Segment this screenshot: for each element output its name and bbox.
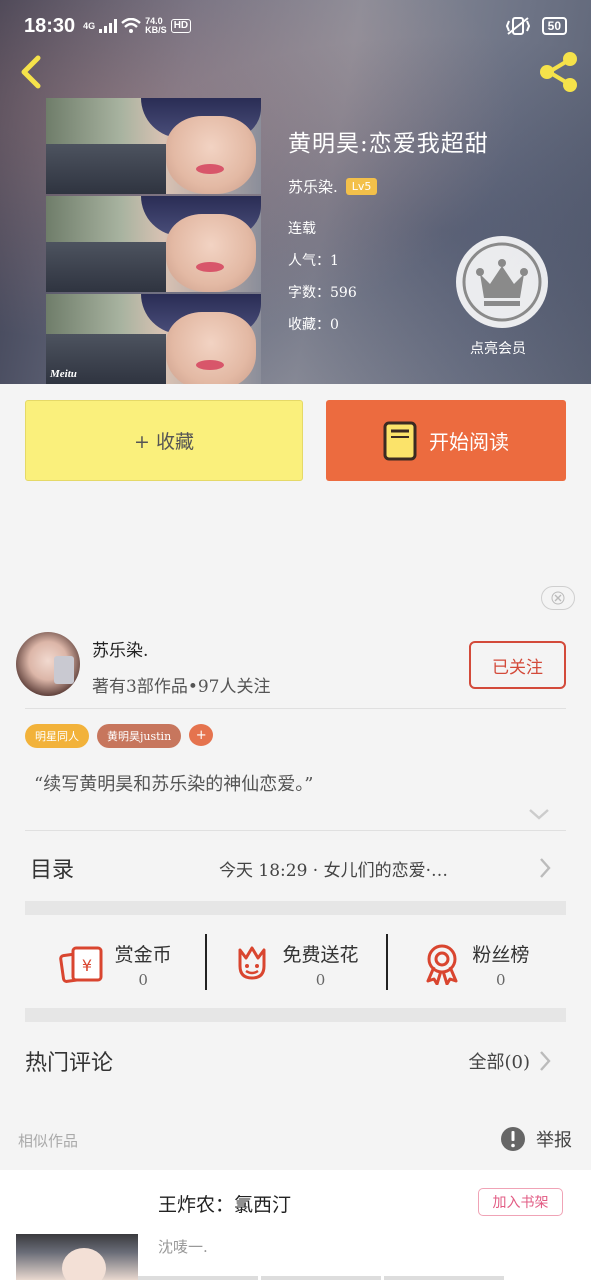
report-label: 举报 xyxy=(536,1130,572,1151)
rec-book-title[interactable]: 王炸农：氯西汀 xyxy=(158,1190,291,1217)
reward-count: 0 xyxy=(315,970,326,989)
vip-label[interactable]: 点亮会员 xyxy=(470,338,526,358)
avatar[interactable] xyxy=(16,632,80,696)
book-intro: “续写黄明昊和苏乐染的神仙恋爱。” xyxy=(34,774,314,795)
expand-intro-button[interactable] xyxy=(528,806,550,825)
reward-title: 粉丝榜 xyxy=(472,943,530,966)
author-card: 苏乐染. 著有3部作品•97人关注 已关注 明星同人 黄明昊justin + “… xyxy=(0,620,591,1110)
book-cover[interactable]: Meitu xyxy=(46,98,261,384)
crown-icon xyxy=(462,242,542,322)
flower-icon xyxy=(238,946,266,980)
status-right: 50 xyxy=(505,16,567,36)
network-type: 4G xyxy=(83,20,96,31)
book-title: 黄明昊:恋爱我超甜 xyxy=(288,131,489,157)
status-network: 4G 74.0 KB/S HD xyxy=(83,17,192,35)
signal-icon xyxy=(99,19,118,33)
net-speed: 74.0 KB/S xyxy=(145,17,167,35)
start-reading-button[interactable]: 开始阅读 xyxy=(326,400,566,481)
reward-text: 粉丝榜 0 xyxy=(472,940,529,989)
follow-button[interactable]: 已关注 xyxy=(469,641,566,689)
hot-comments-row[interactable]: 热门评论 全部(0) xyxy=(25,1026,566,1096)
all-comments-link[interactable]: 全部(0) xyxy=(469,1048,531,1074)
action-row: + 收藏 开始阅读 xyxy=(0,384,591,496)
hot-comments-label: 热门评论 xyxy=(25,1051,114,1076)
book-word-count: 字数：596 xyxy=(288,285,357,301)
book-header: 18:30 4G 74.0 KB/S HD 50 Meitu 黄明昊:恋爱我超甜… xyxy=(0,0,591,384)
author-name[interactable]: 苏乐染. xyxy=(92,636,148,661)
share-icon xyxy=(540,52,577,92)
divider xyxy=(25,830,566,831)
tag-item[interactable]: 明星同人 xyxy=(25,724,89,748)
chevron-right-icon xyxy=(540,1051,551,1071)
add-to-shelf-button[interactable]: 加入书架 xyxy=(478,1188,563,1216)
share-button[interactable] xyxy=(537,50,581,94)
wifi-icon xyxy=(121,18,141,33)
rec-book-cover[interactable] xyxy=(16,1234,138,1280)
author-level-badge: Lv5 xyxy=(345,178,378,195)
close-button[interactable] xyxy=(541,586,575,610)
reward-row: ¥ 赏金币 0 免费送花 0 粉丝榜 0 xyxy=(25,920,566,1008)
add-tag-button[interactable]: + xyxy=(189,724,214,746)
chevron-left-icon xyxy=(21,55,41,89)
hd-badge: HD xyxy=(170,19,192,33)
report-button[interactable]: 举报 xyxy=(500,1126,572,1152)
reward-count: 0 xyxy=(138,970,148,989)
send-flower-button[interactable]: 免费送花 0 xyxy=(205,920,385,1008)
reward-text: 赏金币 0 xyxy=(115,940,172,989)
tag-list: 明星同人 黄明昊justin + xyxy=(25,724,214,748)
book-author-name[interactable]: 苏乐染. xyxy=(288,176,338,197)
reward-title: 免费送花 xyxy=(282,943,359,966)
scroll-indicator xyxy=(138,1276,504,1280)
fan-ranking-button[interactable]: 粉丝榜 0 xyxy=(385,920,566,1008)
back-button[interactable] xyxy=(14,52,50,92)
cover-panel xyxy=(46,196,261,292)
table-of-contents-row[interactable]: 目录 今天 18:29 · 女儿们的恋爱·… xyxy=(25,832,566,904)
section-separator xyxy=(25,1008,566,1022)
chevron-down-icon xyxy=(529,809,549,820)
toc-label: 目录 xyxy=(30,858,75,883)
book-popularity: 人气：1 xyxy=(288,253,339,269)
book-status: 连载 xyxy=(288,221,316,237)
rec-author: 沈唛一. xyxy=(158,1238,208,1256)
recommendation-card[interactable]: 王炸农：氯西汀 加入书架 沈唛一. xyxy=(0,1170,591,1280)
vibrate-icon xyxy=(505,17,530,35)
reward-gold-button[interactable]: ¥ 赏金币 0 xyxy=(25,920,205,1008)
battery-indicator: 50 xyxy=(541,17,567,35)
book-icon xyxy=(383,421,417,460)
reward-text: 免费送花 0 xyxy=(282,940,358,989)
net-speed-unit: KB/S xyxy=(145,25,167,35)
cover-watermark: Meitu xyxy=(50,368,77,380)
start-reading-label: 开始阅读 xyxy=(429,430,509,454)
collect-button[interactable]: + 收藏 xyxy=(25,400,303,481)
reward-count: 0 xyxy=(496,970,506,989)
chevron-right-icon xyxy=(540,858,551,878)
similar-works-label: 相似作品 xyxy=(18,1132,79,1150)
status-bar: 18:30 4G 74.0 KB/S HD 50 xyxy=(0,0,591,52)
svg-text:¥: ¥ xyxy=(82,956,92,975)
tag-item[interactable]: 黄明昊justin xyxy=(97,724,182,748)
vip-button[interactable] xyxy=(456,236,548,328)
latest-chapter: 今天 18:29 · 女儿们的恋爱·… xyxy=(219,860,449,881)
reward-title: 赏金币 xyxy=(114,943,172,966)
close-icon xyxy=(551,591,565,605)
gold-coin-icon: ¥ xyxy=(58,946,103,983)
author-stats: 著有3部作品•97人关注 xyxy=(92,677,271,697)
book-favorites: 收藏：0 xyxy=(288,317,339,333)
status-time: 18:30 xyxy=(24,14,76,37)
cover-panel xyxy=(46,98,261,194)
cover-panel xyxy=(46,294,261,384)
divider xyxy=(25,708,566,709)
section-separator xyxy=(25,901,566,915)
alert-icon xyxy=(501,1127,525,1151)
ribbon-medal-icon xyxy=(426,944,458,985)
book-author-line[interactable]: 苏乐染. Lv5 xyxy=(288,176,378,197)
